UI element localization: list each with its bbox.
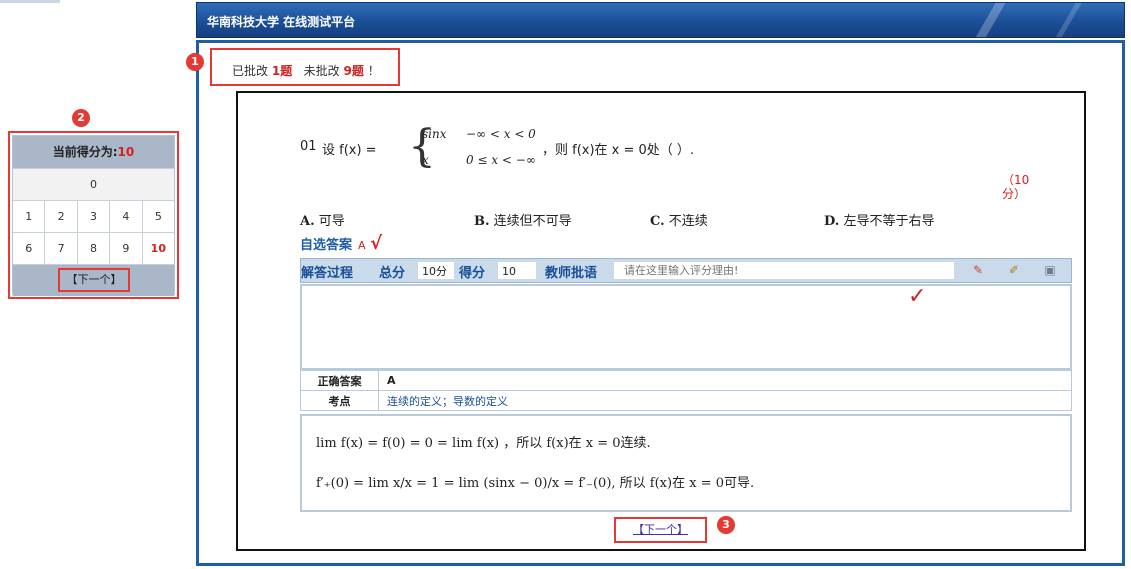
option-letter: C. (650, 214, 665, 229)
question-nav-cell[interactable]: 1 (13, 201, 45, 232)
grading-status-text: 已批改 1题 未批改 9题 ！ (232, 62, 380, 79)
grading-toolbar: 解答过程 总分 10分 得分 10 教师批语 ✎ ✐ ▣ (300, 258, 1072, 283)
score-panel-footer: 【下一个】 (13, 264, 174, 296)
solution-line-1: lim f(x) = f(0) = 0 = lim f(x) ，所以 f(x)在… (316, 436, 651, 451)
next-button-main[interactable]: 【下一个】 (614, 517, 707, 543)
option-text: 连续但不可导 (493, 214, 572, 229)
question-suffix: ，则 f(x)在 x = 0处（ ）. (542, 143, 695, 158)
graded-count: 1题 (271, 64, 293, 78)
question-nav-row: 0 (13, 168, 174, 200)
question-nav-cell[interactable]: 4 (109, 201, 142, 232)
teacher-comment-input[interactable] (613, 261, 955, 280)
current-score-label: 当前得分为: (52, 145, 118, 159)
question-nav-cell[interactable]: 2 (44, 201, 77, 232)
question-nav-cell[interactable]: 0 (13, 169, 174, 200)
total-score-label: 总分 (379, 266, 406, 281)
total-score-value: 10分 (417, 261, 455, 280)
ungraded-label: 未批改 (303, 64, 340, 78)
teacher-check-icon: ✓ (908, 284, 927, 309)
self-selected-answer: 自选答案 A √ (300, 233, 382, 254)
question-nav-row: 6 7 8 9 10 (13, 232, 175, 264)
ungraded-count: 9题 (343, 64, 364, 78)
self-answer-value: A (358, 239, 366, 252)
case-1-expression: sinx (422, 127, 447, 141)
option-letter: A. (300, 214, 315, 229)
question-points: （10分） (1002, 173, 1030, 201)
solution-box: lim f(x) = f(0) = 0 = lim f(x) ，所以 f(x)在… (300, 414, 1072, 512)
question-nav-cell[interactable]: 5 (141, 201, 175, 232)
process-label: 解答过程 (301, 266, 354, 281)
question-nav-row: 1 2 3 4 5 (13, 200, 175, 232)
option-b: B. 连续但不可导 (474, 210, 572, 229)
current-score: 当前得分为:10 (13, 136, 174, 168)
case-2-condition: 0 ≤ x < −∞ (466, 153, 536, 167)
question-number: 01 (300, 139, 317, 154)
score-panel-inner: 当前得分为:10 0 1 2 3 4 5 6 7 8 9 10 【下一个】 (12, 135, 175, 296)
question-box: 01 设 f(x) = { sinx −∞ < x < 0 x 0 ≤ x < … (236, 91, 1086, 551)
brush-icon[interactable]: ✐ (1005, 262, 1023, 279)
question-nav-cell[interactable]: 6 (13, 233, 45, 264)
grading-status-box: 已批改 1题 未批改 9题 ！ (210, 48, 400, 86)
answer-process-area[interactable]: ✓ (300, 284, 1072, 370)
piecewise-case-2: x 0 ≤ x < −∞ (422, 153, 536, 167)
option-text: 左导不等于右导 (843, 214, 935, 229)
score-panel: 当前得分为:10 0 1 2 3 4 5 6 7 8 9 10 【下一个】 (8, 131, 179, 299)
correct-check-icon: √ (370, 233, 383, 254)
case-2-expression: x (422, 153, 429, 167)
question-nav-cell-active[interactable]: 10 (141, 233, 175, 264)
page-root: 华南科技大学 在线测试平台 1 已批改 1题 未批改 9题 ！ 2 当前得分为:… (0, 0, 1131, 569)
option-letter: B. (474, 214, 490, 229)
case-1-condition: −∞ < x < 0 (466, 127, 536, 141)
topic-value: 连续的定义；导数的定义 (378, 390, 1072, 411)
next-button-sidebar[interactable]: 【下一个】 (58, 268, 130, 292)
pencil-icon[interactable]: ✎ (969, 262, 987, 279)
current-score-value: 10 (117, 145, 135, 159)
badge-1: 1 (186, 53, 204, 71)
self-answer-label: 自选答案 (300, 238, 353, 253)
piecewise-case-1: sinx −∞ < x < 0 (422, 127, 536, 141)
save-icon[interactable]: ▣ (1041, 262, 1059, 279)
table-row: 正确答案 A (300, 370, 1072, 391)
solution-line-2: f′₊(0) = lim x/x = 1 = lim (sinx − 0)/x … (316, 476, 755, 491)
question-nav-cell[interactable]: 9 (109, 233, 142, 264)
header-title: 华南科技大学 在线测试平台 (207, 15, 356, 29)
question-nav-cell[interactable]: 3 (76, 201, 110, 232)
option-a: A. 可导 (300, 210, 345, 229)
status-suffix: ！ (367, 64, 380, 78)
score-label: 得分 (459, 266, 486, 281)
option-text: 可导 (318, 214, 345, 229)
question-stem: 01 设 f(x) = { sinx −∞ < x < 0 x 0 ≤ x < … (300, 125, 820, 175)
teacher-comment-label: 教师批语 (545, 266, 598, 281)
badge-2: 2 (72, 109, 90, 127)
question-nav-cell[interactable]: 8 (76, 233, 110, 264)
correct-answer-label: 正确答案 (300, 370, 379, 391)
header-bar: 华南科技大学 在线测试平台 (196, 2, 1125, 38)
question-prefix: 设 f(x) = (322, 143, 377, 158)
score-input[interactable]: 10 (497, 261, 537, 280)
topic-label: 考点 (300, 390, 379, 411)
table-row: 考点 连续的定义；导数的定义 (300, 390, 1072, 411)
question-nav-cell[interactable]: 7 (44, 233, 77, 264)
top-strip (0, 0, 60, 3)
graded-label: 已批改 (232, 64, 269, 78)
badge-3: 3 (717, 516, 735, 534)
answer-options: A. 可导 B. 连续但不可导 C. 不连续 D. 左导不等于右导 (300, 210, 1020, 230)
option-d: D. 左导不等于右导 (824, 210, 935, 229)
option-text: 不连续 (668, 214, 708, 229)
option-c: C. 不连续 (650, 210, 708, 229)
answer-info-table: 正确答案 A 考点 连续的定义；导数的定义 (300, 370, 1072, 411)
correct-answer-value: A (378, 370, 1072, 391)
option-letter: D. (824, 214, 840, 229)
